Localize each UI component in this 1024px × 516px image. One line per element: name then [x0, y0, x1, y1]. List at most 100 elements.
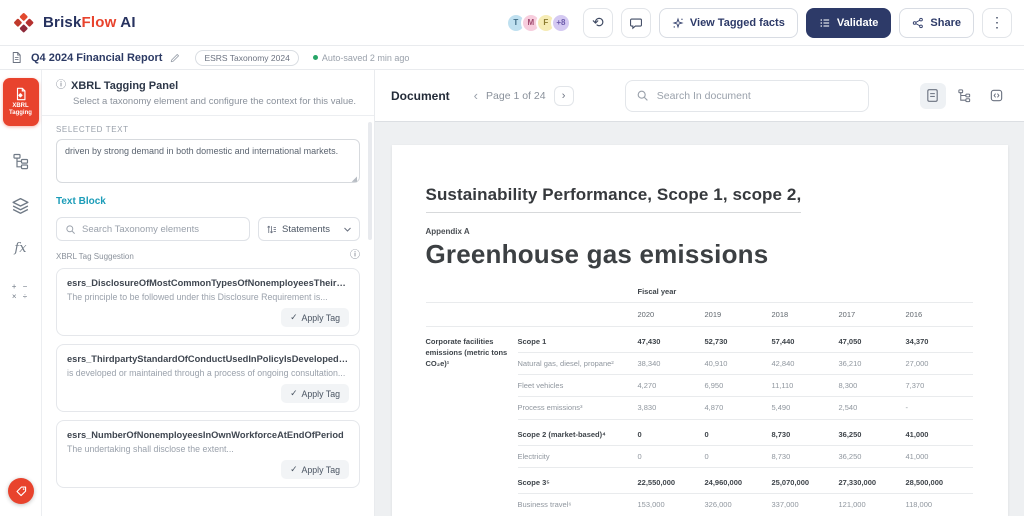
- sort-filter-icon: [266, 224, 277, 235]
- table-cell: [426, 286, 518, 303]
- document-search-box[interactable]: [625, 80, 869, 112]
- xbrl-doc-tag-icon: [14, 87, 28, 101]
- table-cell: 2019: [705, 303, 772, 326]
- apply-tag-label: Apply Tag: [302, 313, 340, 323]
- table-row: Corporate facilities emissions (metric t…: [426, 326, 973, 352]
- suggestion-tag-name: esrs_NumberOfNonemployeesInOwnWorkforceA…: [67, 430, 349, 440]
- table-cell: 8,730: [772, 419, 839, 445]
- taxonomy-search-box[interactable]: [56, 217, 250, 241]
- text-block-link[interactable]: Text Block: [56, 196, 106, 207]
- table-cell: 8,730: [772, 445, 839, 467]
- document-bar: Q4 2024 Financial Report ESRS Taxonomy 2…: [0, 46, 1024, 70]
- table-cell: 2020: [638, 303, 705, 326]
- statements-dropdown[interactable]: Statements: [258, 217, 360, 241]
- tag-icon: [15, 485, 28, 498]
- apply-tag-label: Apply Tag: [302, 465, 340, 475]
- panel-info-icon: ⓘ: [56, 81, 66, 91]
- table-cell: 4,270: [638, 375, 705, 397]
- validate-button[interactable]: Validate: [806, 8, 892, 38]
- suggestion-info-icon[interactable]: ⓘ: [350, 251, 360, 261]
- check-icon: ✓: [290, 464, 297, 475]
- selected-text-area[interactable]: driven by strong demand in both domestic…: [56, 139, 360, 183]
- comment-bubble-icon: [629, 16, 643, 30]
- suggestion-description: The principle to be followed under this …: [67, 292, 349, 302]
- document-title: Q4 2024 Financial Report: [31, 52, 162, 64]
- kebab-icon: ⋮: [990, 14, 1004, 31]
- document-file-icon: [10, 51, 23, 64]
- apply-tag-button[interactable]: ✓ Apply Tag: [281, 384, 349, 403]
- tag-fab-button[interactable]: [8, 478, 34, 504]
- apply-tag-button[interactable]: ✓ Apply Tag: [281, 460, 349, 479]
- table-cell: -: [906, 397, 973, 419]
- table-cell: Natural gas, diesel, propane²: [518, 352, 638, 374]
- taxonomy-tree-icon[interactable]: [12, 152, 30, 170]
- formula-fx-icon[interactable]: fx: [14, 241, 26, 256]
- more-options-button[interactable]: ⋮: [982, 8, 1012, 38]
- panel-divider: [42, 115, 374, 116]
- table-cell: 38,340: [638, 352, 705, 374]
- table-cell: [518, 303, 638, 326]
- table-cell: 42,840: [772, 352, 839, 374]
- viewer-canvas: Sustainability Performance, Scope 1, sco…: [375, 122, 1024, 516]
- table-cell: Business travel⁶: [518, 494, 638, 516]
- comments-button[interactable]: [621, 8, 651, 38]
- left-icon-rail: XBRLTagging fx + −× ÷: [0, 70, 42, 516]
- table-cell: Scope 1: [518, 326, 638, 352]
- table-cell: 4,870: [705, 397, 772, 419]
- table-cell: 0: [705, 419, 772, 445]
- edit-title-button[interactable]: [170, 52, 181, 63]
- table-cell: 11,110: [772, 375, 839, 397]
- panel-scrollbar[interactable]: [368, 122, 372, 240]
- panel-subtitle: Select a taxonomy element and configure …: [73, 96, 360, 107]
- table-cell: 0: [705, 445, 772, 467]
- briskflow-logo-icon: [12, 11, 36, 35]
- search-icon: [65, 224, 76, 235]
- taxonomy-search-input[interactable]: [82, 224, 241, 235]
- page-prev-button[interactable]: ‹: [474, 89, 478, 102]
- math-operators-icon[interactable]: + −× ÷: [12, 282, 30, 303]
- suggestion-card[interactable]: esrs_ThirdpartyStandardOfConductUsedInPo…: [56, 344, 360, 412]
- table-cell: 2018: [772, 303, 839, 326]
- table-cell: 57,440: [772, 326, 839, 352]
- code-view-button[interactable]: [984, 83, 1010, 109]
- table-cell: 40,910: [705, 352, 772, 374]
- document-search-input[interactable]: [657, 90, 858, 102]
- table-cell: 337,000: [772, 494, 839, 516]
- autosave-status: Auto-saved 2 min ago: [313, 53, 410, 63]
- search-icon: [636, 89, 649, 102]
- table-cell: 0: [638, 445, 705, 467]
- avatar[interactable]: +8: [551, 13, 571, 33]
- document-page: Sustainability Performance, Scope 1, sco…: [392, 145, 1008, 516]
- page-next-button[interactable]: ›: [554, 86, 574, 106]
- table-cell: 24,960,000: [705, 468, 772, 494]
- suggestion-tag-name: esrs_DisclosureOfMostCommonTypesOfNonemp…: [67, 278, 349, 288]
- suggestion-list: esrs_DisclosureOfMostCommonTypesOfNonemp…: [56, 268, 360, 488]
- table-cell: 118,000: [906, 494, 973, 516]
- view-tagged-facts-label: View Tagged facts: [690, 17, 785, 29]
- suggestion-card[interactable]: esrs_NumberOfNonemployeesInOwnWorkforceA…: [56, 420, 360, 488]
- layers-icon[interactable]: [11, 196, 30, 215]
- chevron-down-icon: [343, 225, 352, 234]
- history-icon: ⟲: [592, 14, 604, 31]
- xbrl-tagging-panel: ⓘ XBRL Tagging Panel Select a taxonomy e…: [42, 70, 375, 516]
- table-cell: [426, 303, 518, 326]
- history-button[interactable]: ⟲: [583, 8, 613, 38]
- view-tagged-facts-button[interactable]: View Tagged facts: [659, 8, 798, 38]
- selected-text-label: SELECTED TEXT: [56, 125, 360, 134]
- table-cell: 6,950: [705, 375, 772, 397]
- share-button[interactable]: Share: [899, 8, 974, 38]
- share-label: Share: [930, 17, 961, 29]
- rail-item-xbrl-tagging[interactable]: XBRLTagging: [3, 78, 39, 126]
- suggestion-card[interactable]: esrs_DisclosureOfMostCommonTypesOfNonemp…: [56, 268, 360, 336]
- table-row: 20202019201820172016: [426, 303, 973, 326]
- table-cell: Scope 3⁵: [518, 468, 638, 494]
- table-cell: 2,540: [839, 397, 906, 419]
- checklist-icon: [819, 17, 831, 29]
- document-view-button[interactable]: [920, 83, 946, 109]
- suggestion-section-label: XBRL Tag Suggestion: [56, 252, 134, 261]
- table-cell: 27,000: [906, 352, 973, 374]
- apply-tag-button[interactable]: ✓ Apply Tag: [281, 308, 349, 327]
- structure-view-button[interactable]: [952, 83, 978, 109]
- pager: ‹ Page 1 of 24 ›: [474, 86, 574, 106]
- emissions-table: Fiscal year20202019201820172016Corporate…: [426, 286, 973, 516]
